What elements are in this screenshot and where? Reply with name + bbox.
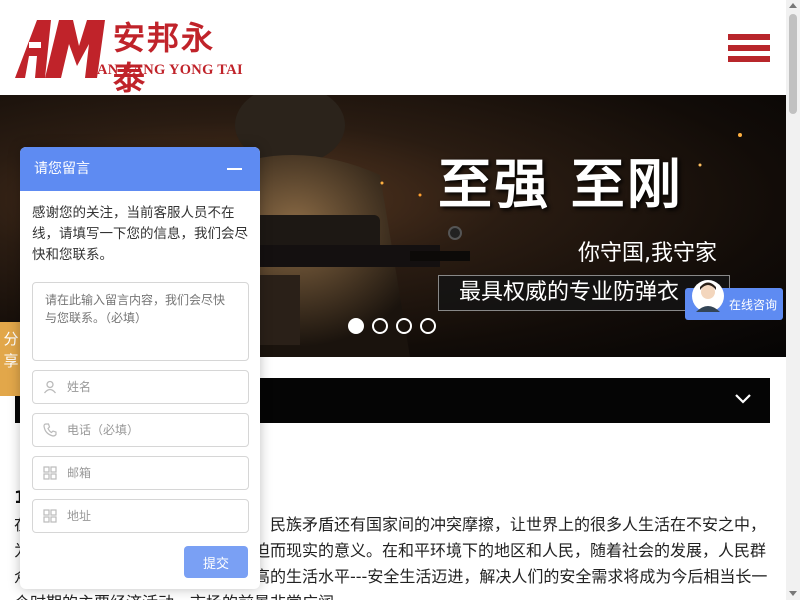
grid-icon	[43, 509, 57, 523]
logo-chinese-name: 安邦永泰	[113, 19, 216, 97]
scroll-down-icon[interactable]	[789, 591, 797, 596]
menu-bar-icon	[728, 34, 770, 40]
hamburger-menu-button[interactable]	[728, 34, 770, 70]
name-field[interactable]	[32, 370, 249, 404]
grid-icon	[43, 466, 57, 480]
submit-button[interactable]: 提交	[184, 546, 248, 578]
person-icon	[43, 380, 57, 394]
page-scrollbar[interactable]	[786, 0, 800, 600]
phone-input[interactable]	[67, 414, 242, 446]
site-logo[interactable]: 安邦永泰 AN BANG YONG TAI	[15, 16, 245, 97]
online-consult-button[interactable]: 在线咨询	[685, 280, 783, 320]
scroll-up-icon[interactable]	[789, 3, 797, 8]
share-side-tab[interactable]: 分享	[0, 322, 22, 396]
banner-slogan: 至强 至刚	[438, 152, 683, 216]
online-consult-label: 在线咨询	[729, 298, 778, 312]
banner-subtitle: 你守国,我守家	[578, 241, 717, 266]
menu-bar-icon	[728, 45, 770, 51]
menu-bar-icon	[728, 56, 770, 62]
message-panel-title: 请您留言	[34, 161, 90, 177]
message-content-input[interactable]	[32, 282, 249, 361]
message-panel: 请您留言 感谢您的关注，当前客服人员不在线，请填写一下您的信息，我们会尽快和您联…	[20, 147, 260, 589]
site-header: 安邦永泰 AN BANG YONG TAI	[0, 0, 786, 97]
address-field[interactable]	[32, 499, 249, 533]
message-panel-intro: 感谢您的关注，当前客服人员不在线，请填写一下您的信息，我们会尽快和您联系。	[32, 205, 248, 263]
email-field[interactable]	[32, 456, 249, 490]
agent-avatar-icon	[692, 280, 724, 312]
message-panel-header: 请您留言	[20, 147, 260, 191]
phone-field[interactable]	[32, 413, 249, 447]
scroll-thumb[interactable]	[789, 14, 797, 114]
carousel-dot-3[interactable]	[396, 318, 412, 334]
carousel-dot-1[interactable]	[348, 318, 364, 334]
minimize-icon[interactable]	[227, 168, 242, 170]
name-input[interactable]	[67, 371, 242, 403]
address-input[interactable]	[67, 500, 242, 532]
carousel-dot-4[interactable]	[420, 318, 436, 334]
carousel-dot-2[interactable]	[372, 318, 388, 334]
email-input[interactable]	[67, 457, 242, 489]
phone-icon	[43, 423, 57, 437]
carousel-dots	[348, 318, 436, 334]
chevron-down-icon	[735, 394, 751, 404]
logo-english-name: AN BANG YONG TAI	[97, 62, 243, 78]
